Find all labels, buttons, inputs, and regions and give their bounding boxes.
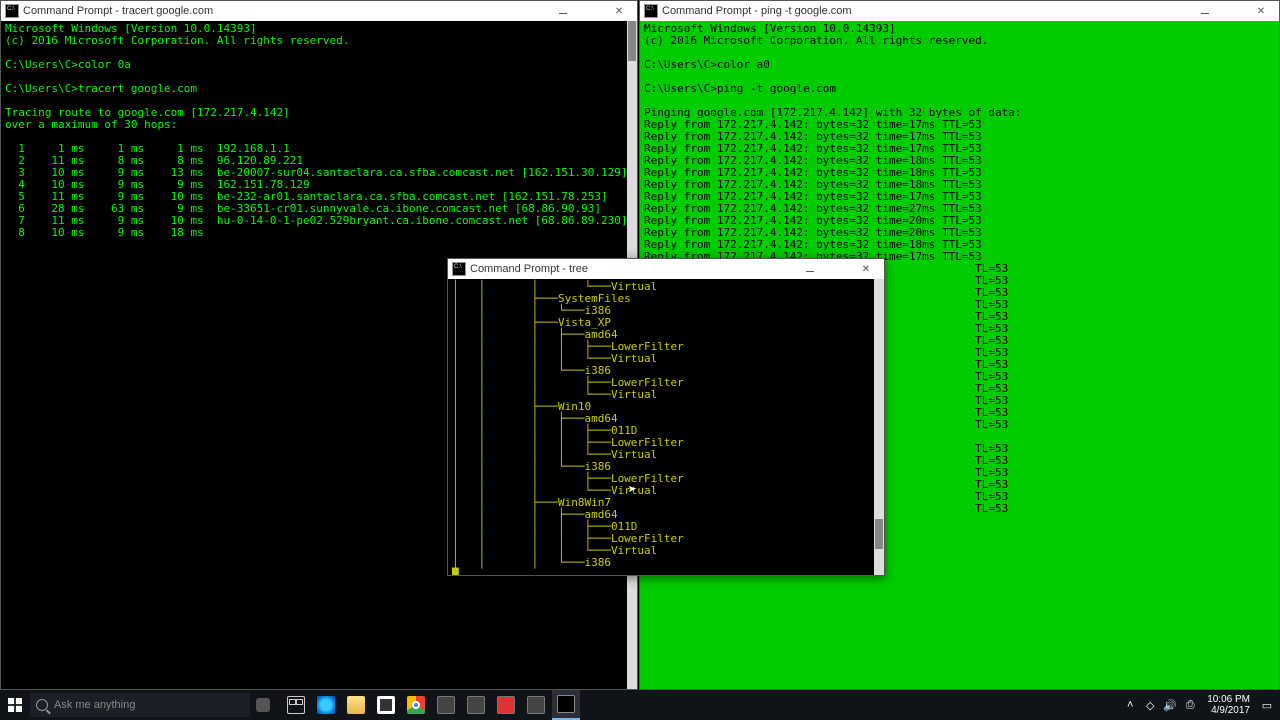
system-tray: ˄ ◇ 🔊 ⎙ 10:06 PM 4/9/2017 ▭ xyxy=(1123,694,1280,716)
title-tracert: Command Prompt - tracert google.com xyxy=(23,5,549,17)
taskbar-apps xyxy=(282,690,580,720)
chrome-button[interactable] xyxy=(402,690,430,720)
cortana-search[interactable]: Ask me anything xyxy=(30,693,250,717)
minimize-button[interactable] xyxy=(549,2,577,20)
network-icon[interactable]: ◇ xyxy=(1143,698,1157,712)
cmd-window-tree: Command Prompt - tree │ │ │ └───Virtual … xyxy=(447,258,885,576)
cmd-taskbar-button[interactable] xyxy=(552,690,580,720)
app-button-4[interactable] xyxy=(522,690,550,720)
cmd-icon xyxy=(452,262,466,276)
close-button[interactable] xyxy=(1247,2,1275,20)
clock[interactable]: 10:06 PM 4/9/2017 xyxy=(1203,694,1254,716)
terminal-output-tree[interactable]: │ │ │ └───Virtual │ │ ├───SystemFiles │ … xyxy=(448,279,884,575)
clock-time: 10:06 PM xyxy=(1207,694,1250,705)
start-button[interactable] xyxy=(0,690,30,720)
microphone-icon[interactable] xyxy=(256,698,270,712)
maximize-button[interactable] xyxy=(1219,2,1247,20)
search-icon xyxy=(36,699,48,711)
maximize-button[interactable] xyxy=(577,2,605,20)
scrollbar-vertical[interactable] xyxy=(874,279,884,575)
scrollbar-thumb[interactable] xyxy=(875,519,883,549)
titlebar-tracert[interactable]: Command Prompt - tracert google.com xyxy=(1,1,637,21)
windows-store-button[interactable] xyxy=(372,690,400,720)
notifications-icon[interactable]: ▭ xyxy=(1260,698,1274,712)
close-button[interactable] xyxy=(852,260,880,278)
task-view-button[interactable] xyxy=(282,690,310,720)
close-button[interactable] xyxy=(605,2,633,20)
app-button-2[interactable] xyxy=(462,690,490,720)
edge-browser-button[interactable] xyxy=(312,690,340,720)
cmd-icon xyxy=(5,4,19,18)
windows-logo-icon xyxy=(8,698,22,712)
titlebar-tree[interactable]: Command Prompt - tree xyxy=(448,259,884,279)
scrollbar-thumb[interactable] xyxy=(628,21,636,61)
title-ping: Command Prompt - ping -t google.com xyxy=(662,5,1191,17)
minimize-button[interactable] xyxy=(796,260,824,278)
maximize-button[interactable] xyxy=(824,260,852,278)
volume-icon[interactable]: 🔊 xyxy=(1163,698,1177,712)
tray-chevron-up-icon[interactable]: ˄ xyxy=(1123,698,1137,712)
title-tree: Command Prompt - tree xyxy=(470,263,796,275)
tray-icon-4[interactable]: ⎙ xyxy=(1183,698,1197,712)
titlebar-ping[interactable]: Command Prompt - ping -t google.com xyxy=(640,1,1279,21)
app-button-3[interactable] xyxy=(492,690,520,720)
taskbar: Ask me anything ˄ ◇ 🔊 ⎙ 10:06 PM 4/9/201… xyxy=(0,690,1280,720)
cmd-icon xyxy=(644,4,658,18)
file-explorer-button[interactable] xyxy=(342,690,370,720)
minimize-button[interactable] xyxy=(1191,2,1219,20)
search-placeholder: Ask me anything xyxy=(54,699,135,711)
clock-date: 4/9/2017 xyxy=(1207,705,1250,716)
app-button-1[interactable] xyxy=(432,690,460,720)
